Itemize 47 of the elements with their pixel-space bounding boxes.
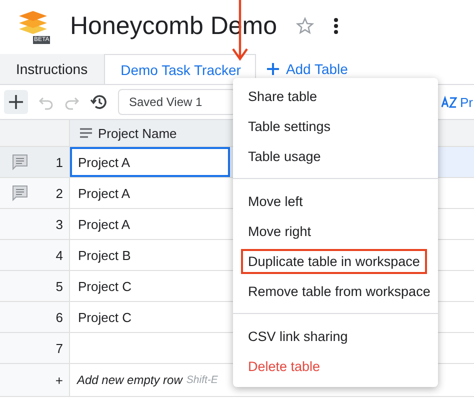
row-number: 3 — [56, 216, 63, 232]
row-number: 1 — [56, 154, 63, 170]
menu-item[interactable]: Table settings — [241, 114, 338, 138]
row-header[interactable]: 4 — [0, 240, 70, 270]
menu-item[interactable]: Remove table from workspace — [241, 278, 438, 304]
star-icon[interactable] — [295, 16, 316, 36]
table-cell[interactable]: Project B — [70, 240, 230, 270]
row-number: 5 — [56, 278, 63, 294]
row-number: 7 — [56, 340, 63, 356]
menu-item[interactable]: Move right — [241, 218, 318, 244]
menu-item[interactable]: Duplicate table in workspace — [241, 248, 427, 274]
row-header[interactable]: 2 — [0, 178, 70, 208]
table-cell[interactable]: Project A — [70, 147, 230, 177]
table-cell[interactable]: Project C — [70, 302, 230, 332]
row-header[interactable]: 5 — [0, 271, 70, 301]
table-cell[interactable]: Project A — [70, 178, 230, 208]
menu-item[interactable]: CSV link sharing — [241, 324, 355, 348]
row-header[interactable]: 3 — [0, 209, 70, 239]
sort-icon — [441, 95, 457, 109]
row-number: 2 — [56, 186, 63, 200]
more-icon[interactable] — [333, 17, 340, 35]
text-type-icon — [80, 128, 92, 138]
row-header[interactable]: 6 — [0, 302, 70, 332]
column-title: Project Name — [98, 126, 177, 140]
add-row-plus[interactable]: + — [55, 372, 63, 388]
sort-button[interactable]: Pr — [441, 94, 473, 110]
menu-item[interactable]: Table usage — [241, 144, 328, 168]
row-header[interactable]: 7 — [0, 333, 70, 363]
shortcut-hint: Shift-E — [186, 374, 218, 386]
add-button[interactable] — [4, 90, 28, 114]
row-header[interactable]: 1 — [0, 147, 70, 177]
comment-icon[interactable] — [11, 184, 29, 202]
saved-view-dropdown[interactable]: Saved View 1 — [118, 89, 236, 115]
menu-item[interactable]: Move left — [241, 188, 310, 214]
menu-item[interactable]: Delete table — [241, 354, 328, 378]
add-table-button[interactable]: Add Table — [256, 54, 358, 84]
plus-icon — [8, 94, 24, 110]
comment-icon[interactable] — [11, 153, 29, 171]
plus-icon — [266, 62, 280, 76]
table-cell[interactable]: Project C — [70, 271, 230, 301]
row-number: 4 — [56, 248, 63, 262]
table-cell[interactable]: Project A — [70, 209, 230, 239]
menu-item[interactable]: Share table — [241, 84, 324, 108]
row-number: 6 — [56, 310, 63, 324]
sheet-tab[interactable]: Instructions — [0, 54, 105, 84]
add-row-link[interactable]: Add new empty row — [77, 373, 182, 387]
history-icon[interactable] — [90, 93, 108, 111]
